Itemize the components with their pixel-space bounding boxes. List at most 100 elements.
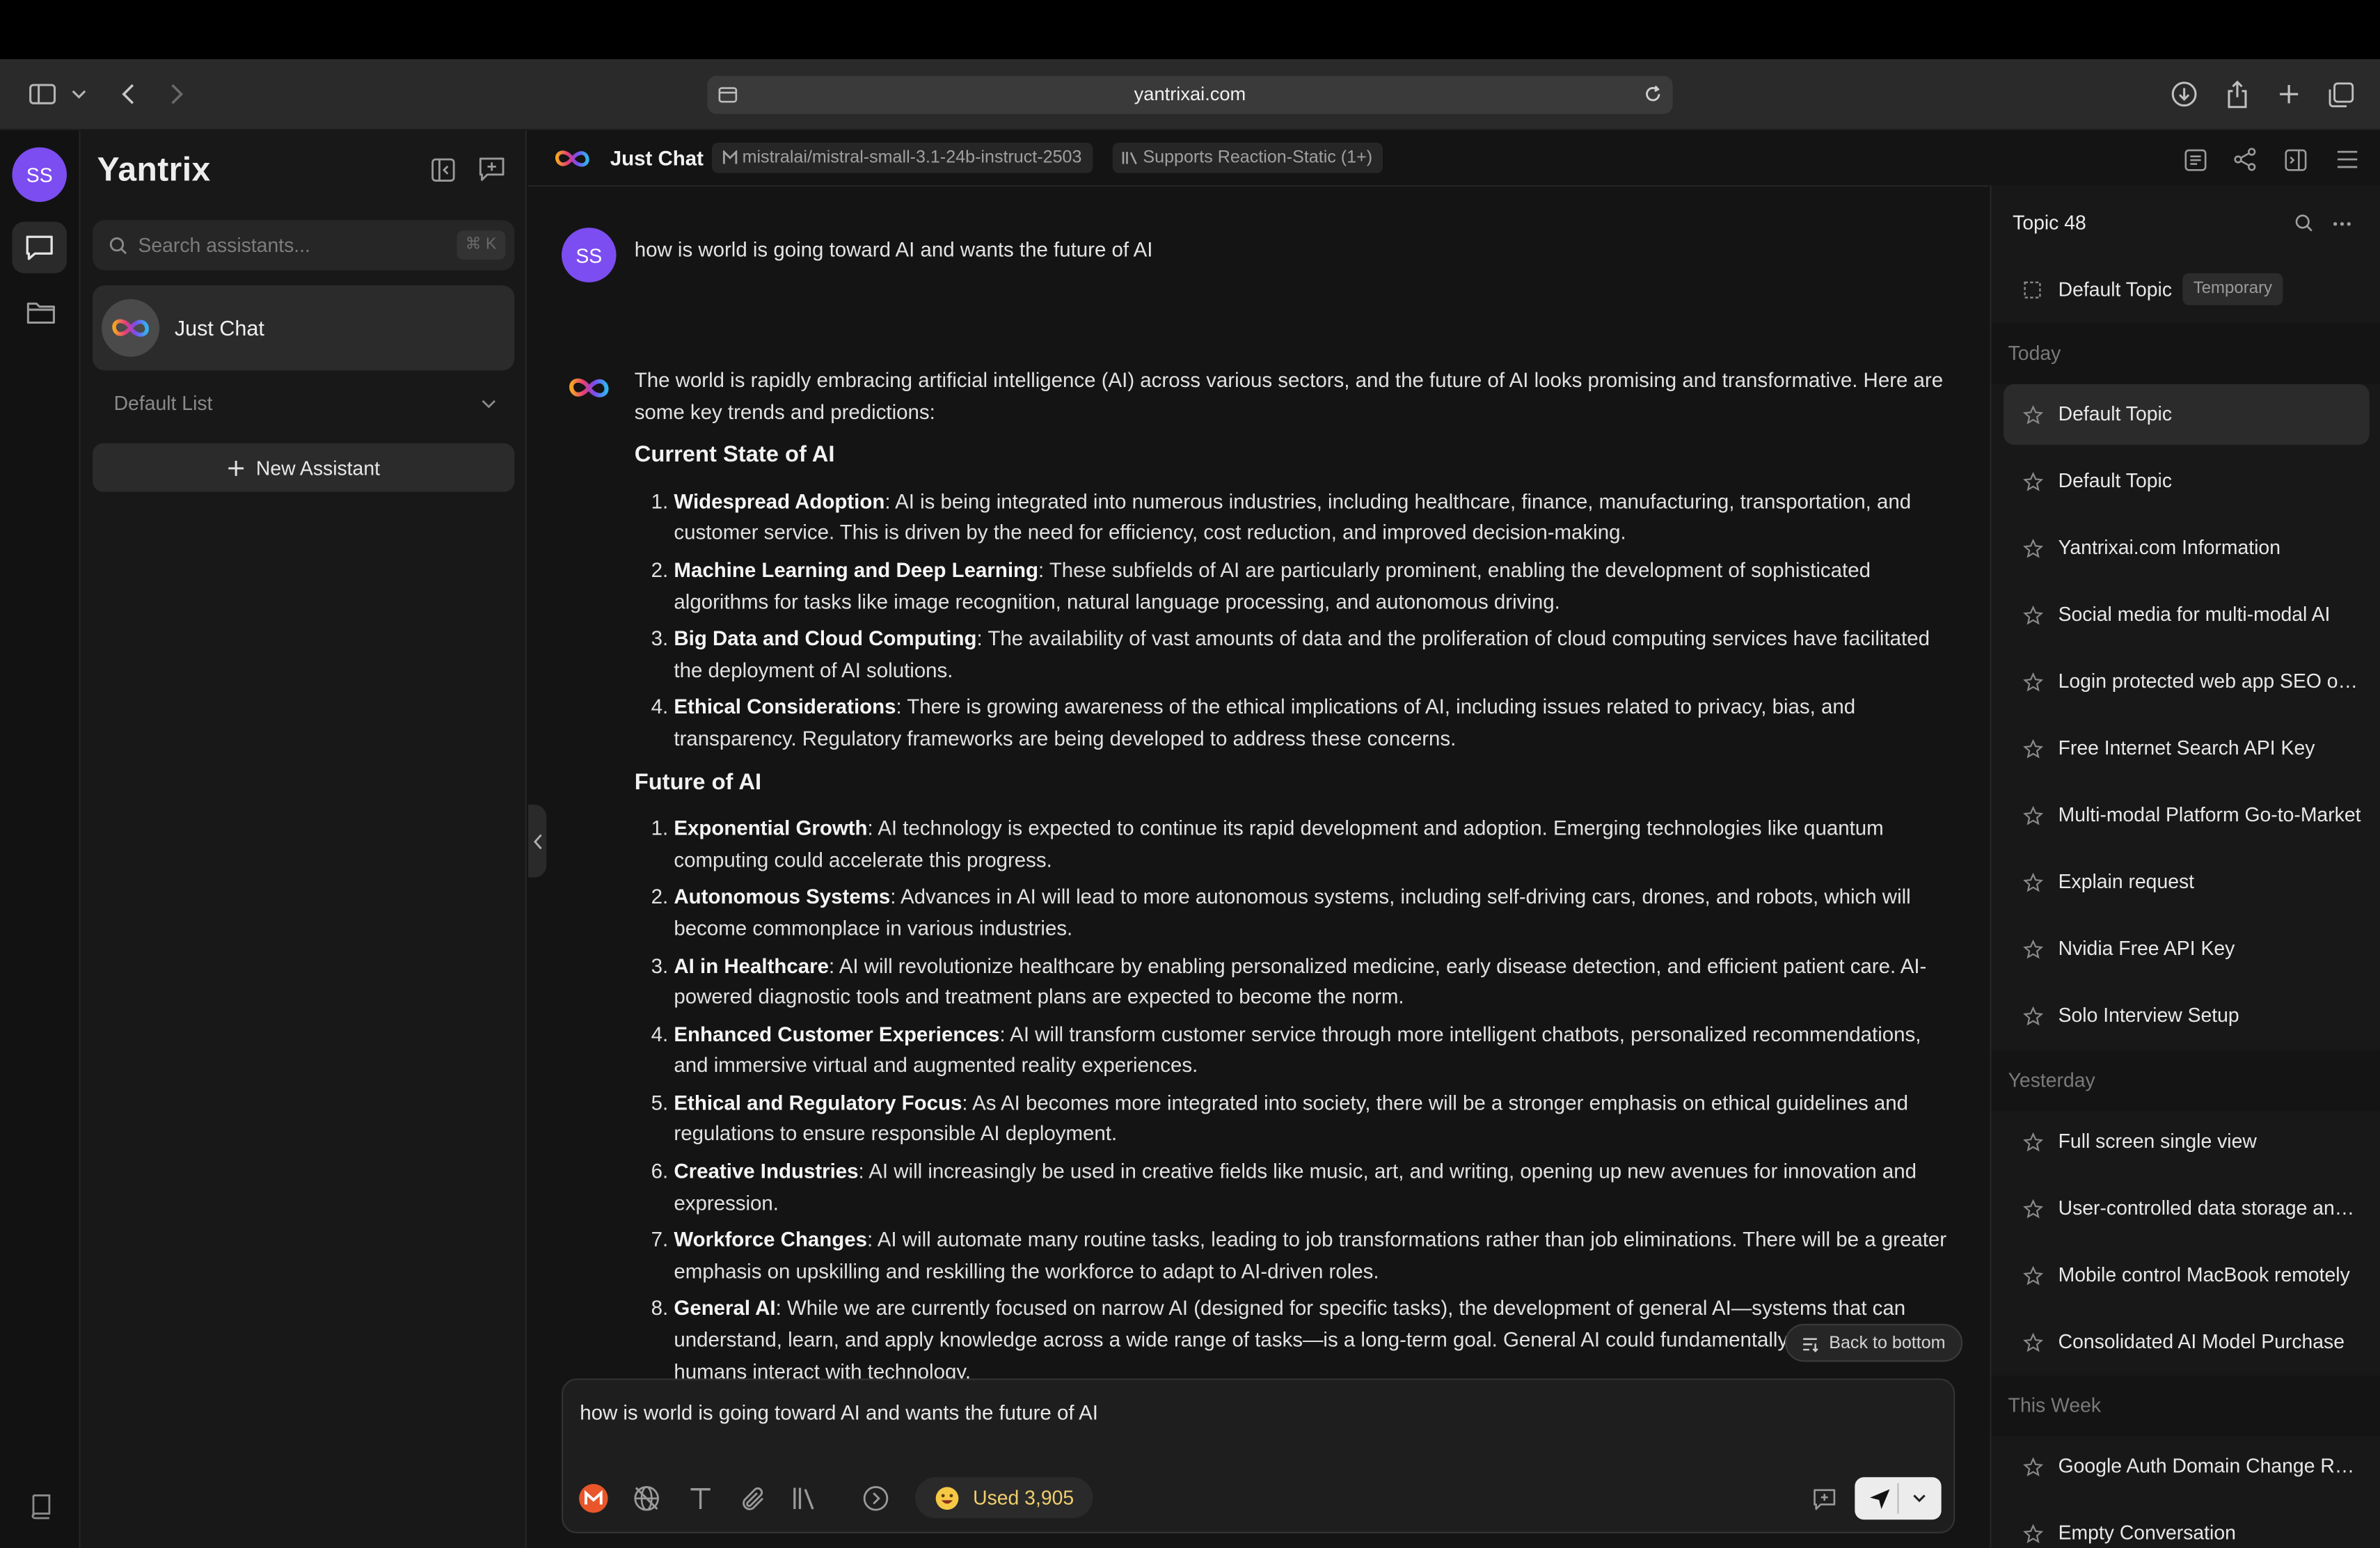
token-usage-badge[interactable]: Used 3,905 [915, 1477, 1093, 1519]
sidebar-toggle-icon[interactable] [27, 81, 58, 108]
item-term: General AI [674, 1297, 776, 1320]
document-icon[interactable] [2181, 145, 2208, 173]
star-icon[interactable] [2022, 1265, 2043, 1286]
token-usage-label: Used 3,905 [973, 1486, 1074, 1510]
chevron-down-icon[interactable] [479, 396, 498, 411]
item-term: AI in Healthcare [674, 954, 829, 977]
temporary-topic-icon [2022, 279, 2043, 301]
search-icon[interactable] [2292, 211, 2316, 235]
attachment-icon[interactable] [738, 1483, 768, 1514]
collapse-panel-handle[interactable] [528, 804, 547, 878]
app-window: yantrixai.com SS Yantrix Search assistan… [0, 0, 2380, 1548]
star-icon[interactable] [2022, 537, 2043, 559]
search-shortcut-badge: ⌘ K [456, 230, 506, 260]
section-heading: Future of AI [634, 768, 762, 795]
back-to-bottom-button[interactable]: Back to bottom [1784, 1323, 1962, 1362]
star-icon[interactable] [2022, 871, 2043, 893]
assistant-item-just-chat[interactable]: Just Chat [93, 285, 515, 371]
list-item: Enhanced Customer Experiences: AI will t… [674, 1020, 1949, 1082]
send-button[interactable] [1855, 1477, 1942, 1520]
mistral-icon [721, 149, 738, 166]
star-icon[interactable] [2022, 604, 2043, 626]
split-view-icon[interactable] [2281, 145, 2308, 173]
new-chat-icon[interactable] [477, 153, 507, 184]
section-list: Widespread Adoption: AI is being integra… [635, 487, 1949, 756]
topic-item[interactable]: Nvidia Free API Key [2004, 919, 2370, 979]
topic-item[interactable]: Multi-modal Platform Go-to-Market [2004, 785, 2370, 846]
back-icon[interactable] [116, 79, 140, 109]
star-icon[interactable] [2022, 471, 2043, 492]
infinity-logo-icon [553, 145, 592, 170]
topic-item[interactable]: Solo Interview Setup [2004, 986, 2370, 1046]
text-format-icon[interactable] [685, 1483, 715, 1514]
collapse-sidebar-icon[interactable] [428, 155, 459, 185]
topic-item[interactable]: Free Internet Search API Key [2004, 718, 2370, 779]
docs-icon[interactable] [26, 1491, 56, 1522]
topic-label: Full screen single view [2058, 1129, 2257, 1153]
chat-nav-icon[interactable] [12, 221, 67, 274]
list-item: AI in Healthcare: AI will revolutionize … [674, 951, 1949, 1013]
topic-label: Yantrixai.com Information [2058, 535, 2280, 559]
knowledge-chip[interactable]: Supports Reaction-Static (1+) [1112, 143, 1383, 173]
star-icon[interactable] [2022, 1198, 2043, 1219]
user-avatar[interactable]: SS [12, 147, 67, 203]
topic-label: Consolidated AI Model Purchase [2058, 1329, 2345, 1353]
topic-item[interactable]: User-controlled data storage and privacy [2004, 1178, 2370, 1239]
search-assistants[interactable]: Search assistants... ⌘ K [93, 220, 515, 271]
menu-icon[interactable] [2333, 145, 2360, 173]
topic-item[interactable]: Mobile control MacBook remotely [2004, 1245, 2370, 1306]
share-network-icon[interactable] [2231, 145, 2258, 173]
star-icon[interactable] [2022, 1005, 2043, 1027]
new-tab-icon[interactable] [2274, 79, 2304, 109]
topic-item[interactable]: Explain request [2004, 852, 2370, 913]
web-search-off-icon[interactable] [631, 1483, 662, 1514]
composer-input[interactable]: how is world is going toward AI and want… [580, 1401, 1098, 1424]
chat-title: Just Chat [610, 147, 704, 171]
topic-item-active[interactable]: Default Topic [2004, 384, 2370, 445]
list-item: Widespread Adoption: AI is being integra… [674, 487, 1949, 550]
model-chip[interactable]: mistralai/mistral-small-3.1-24b-instruct… [711, 143, 1093, 173]
nav-rail: SS [0, 130, 81, 1548]
folder-nav-icon[interactable] [24, 297, 58, 328]
new-topic-icon[interactable] [1809, 1485, 1840, 1515]
forward-icon[interactable] [164, 79, 189, 109]
star-icon[interactable] [2022, 671, 2043, 693]
topic-item[interactable]: Google Auth Domain Change Request [2004, 1436, 2370, 1496]
message-composer[interactable]: how is world is going toward AI and want… [562, 1378, 1955, 1533]
more-icon[interactable] [2329, 211, 2356, 235]
knowledge-label: Supports Reaction-Static (1+) [1143, 148, 1373, 167]
list-item: Machine Learning and Deep Learning: Thes… [674, 555, 1949, 618]
star-icon[interactable] [2022, 738, 2043, 759]
topic-item[interactable]: Yantrixai.com Information [2004, 518, 2370, 578]
star-icon[interactable] [2022, 1523, 2043, 1545]
star-icon[interactable] [2022, 805, 2043, 826]
address-bar[interactable]: yantrixai.com [707, 76, 1673, 114]
star-icon[interactable] [2022, 1131, 2043, 1153]
knowledge-base-icon[interactable] [789, 1483, 820, 1514]
star-icon[interactable] [2022, 404, 2043, 425]
new-assistant-button[interactable]: New Assistant [93, 443, 515, 492]
tab-overview-icon[interactable] [2325, 79, 2356, 109]
star-icon[interactable] [2022, 1332, 2043, 1353]
topic-item[interactable]: Full screen single view [2004, 1112, 2370, 1172]
chevron-down-icon[interactable] [1910, 1491, 1928, 1506]
chevron-down-icon[interactable] [70, 84, 88, 105]
star-icon[interactable] [2022, 1456, 2043, 1478]
topic-item[interactable]: Consolidated AI Model Purchase [2004, 1311, 2370, 1372]
reload-icon[interactable] [1642, 84, 1664, 105]
model-selector-icon[interactable] [578, 1483, 609, 1514]
assistant-label: Just Chat [174, 315, 264, 340]
share-icon[interactable] [2222, 77, 2253, 111]
download-icon[interactable] [2169, 79, 2200, 109]
topic-item[interactable]: Social media for multi-modal AI [2004, 585, 2370, 645]
url-text[interactable]: yantrixai.com [707, 76, 1672, 114]
topic-item[interactable]: Empty Conversation [2004, 1503, 2370, 1548]
topic-item[interactable]: Login protected web app SEO optimization [2004, 651, 2370, 712]
assistant-avatar-icon [564, 375, 613, 400]
topic-item[interactable]: Default Topic [2004, 451, 2370, 512]
star-icon[interactable] [2022, 938, 2043, 960]
mcp-tools-icon[interactable] [861, 1483, 891, 1514]
search-input[interactable]: Search assistants... [138, 220, 310, 270]
default-list-label[interactable]: Default List [114, 392, 213, 415]
topic-label: Google Auth Domain Change Request [2058, 1454, 2362, 1478]
